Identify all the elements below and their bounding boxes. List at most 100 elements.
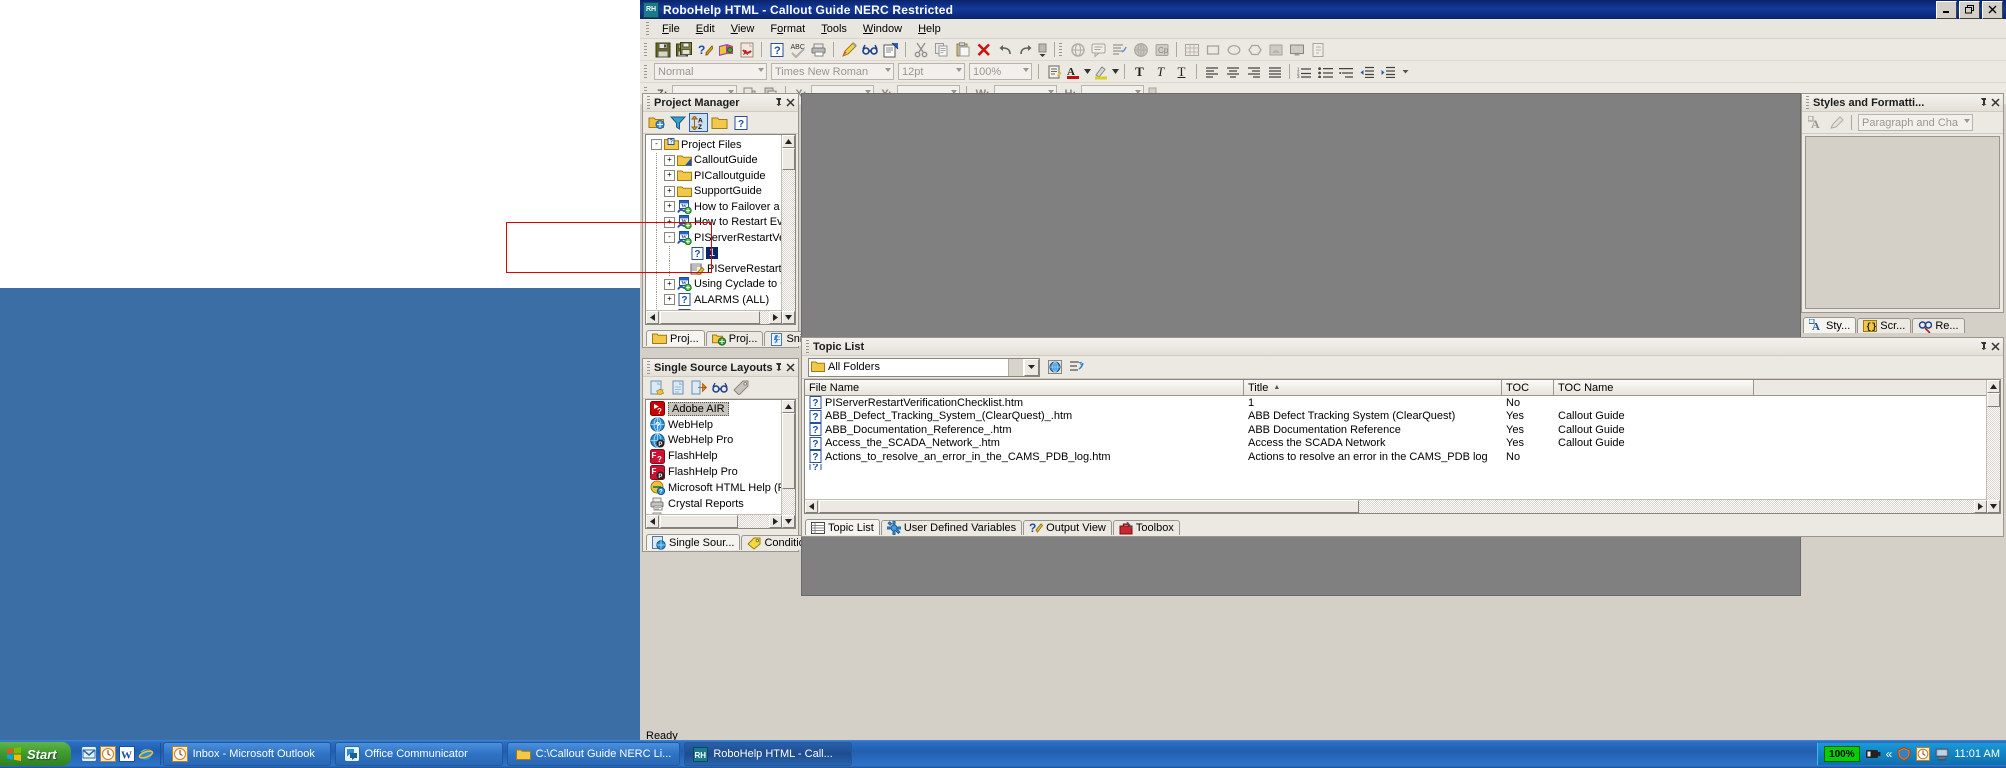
undo-icon[interactable] [995, 41, 1014, 59]
auto-hide-pin-icon[interactable] [1979, 97, 1991, 108]
view-primary-layout-icon[interactable] [716, 41, 735, 59]
highlight-icon[interactable] [1093, 63, 1109, 81]
tree-item[interactable]: -? Project Files [650, 137, 795, 153]
topic-properties-icon[interactable] [1067, 358, 1086, 376]
font-size-combo[interactable]: 12pt [898, 63, 965, 80]
taskbar-item[interactable]: RH RoboHelp HTML - Call... [684, 742, 853, 766]
paste-icon[interactable] [953, 41, 972, 59]
panel-grip[interactable] [806, 340, 809, 353]
rectangle-icon[interactable] [1203, 41, 1222, 59]
properties-icon[interactable] [881, 41, 900, 59]
numbered-list-icon[interactable]: 123 [1295, 63, 1314, 81]
delete-icon[interactable] [974, 41, 993, 59]
scroll-up-button[interactable] [782, 400, 795, 413]
layout-item[interactable]: ? Microsoft HTML Help (Primary La [648, 480, 795, 496]
filter-icon[interactable] [668, 114, 687, 132]
scroll-left-button[interactable] [646, 515, 659, 528]
clock-icon[interactable] [1916, 747, 1931, 761]
menu-format[interactable]: Format [762, 21, 813, 37]
panel-grip[interactable] [647, 96, 650, 109]
new-folder-icon[interactable] [710, 114, 729, 132]
table-row-partial[interactable]: ? [805, 463, 2000, 470]
project-tree-rows[interactable]: -? Project Files + CalloutGuide + PICalloutgu… [646, 135, 795, 324]
insert-toolbar-grip[interactable] [1059, 43, 1062, 56]
vscroll-track[interactable] [782, 489, 795, 515]
close-panel-icon[interactable] [1991, 98, 2003, 107]
underline-icon[interactable]: T [1172, 63, 1191, 81]
tree-item[interactable]: + SupportGuide [650, 183, 795, 199]
project-manager-tabs[interactable]: Proj...Proj...Snip... [643, 329, 824, 346]
topic-list-vscrollbar[interactable] [1986, 380, 2000, 513]
tab-single-sour[interactable]: Single Sour... [646, 534, 741, 550]
project-tree-hscrollbar[interactable] [646, 310, 782, 324]
tree-item[interactable]: +WUsing Cyclade to Cycle F [650, 276, 795, 292]
start-button[interactable]: Start [0, 742, 71, 766]
vscroll-thumb[interactable] [1987, 393, 2000, 407]
menu-window[interactable]: Window [855, 21, 910, 37]
layout-item[interactable]: ? Adobe AIR [648, 401, 795, 417]
expander-box[interactable]: - [651, 139, 662, 151]
close-panel-icon[interactable] [786, 98, 798, 107]
topic-list-hscrollbar[interactable] [805, 499, 1987, 513]
tree-item[interactable]: +? ALARMS (ALL) [650, 292, 795, 308]
topic-properties-icon[interactable]: ? [767, 41, 786, 59]
tree-item[interactable]: -WPIServerRestartVerificati [650, 230, 795, 246]
panel-grip[interactable] [1806, 96, 1809, 109]
column-header-file-name[interactable]: File Name [805, 380, 1244, 395]
topic-list-grid[interactable]: File Name Title ▲ TOC TOC Name ? PIServerRest… [804, 379, 2001, 514]
tree-expander[interactable]: + [663, 216, 676, 228]
expander-box[interactable]: + [664, 216, 675, 228]
column-header-toc[interactable]: TOC [1502, 380, 1554, 395]
tree-item[interactable]: + CalloutGuide [650, 152, 795, 168]
topic-list-rows[interactable]: ? PIServerRestartVerificationChecklist.ht… [805, 396, 2000, 470]
tab-proj[interactable]: Proj... [705, 331, 764, 346]
tree-item[interactable]: +WHow to Failover a Maste [650, 199, 795, 215]
copy-icon[interactable] [932, 41, 951, 59]
snippet-icon[interactable] [1308, 41, 1327, 59]
dhtml-icon[interactable] [1110, 41, 1129, 59]
shield-icon[interactable] [1897, 747, 1911, 761]
column-header-title[interactable]: Title ▲ [1244, 380, 1502, 395]
auto-hide-pin-icon[interactable] [1979, 341, 1991, 352]
restore-button[interactable] [1959, 0, 1980, 19]
expander-box[interactable]: + [664, 185, 675, 197]
scroll-down-button[interactable] [782, 515, 795, 528]
sort-az-icon[interactable]: AZ [689, 113, 708, 132]
tab-output-view[interactable]: ? Output View [1023, 520, 1112, 535]
close-panel-icon[interactable] [1991, 342, 2003, 351]
styles-list[interactable] [1805, 136, 2000, 309]
edit-icon[interactable] [839, 41, 858, 59]
image-icon[interactable] [1131, 41, 1150, 59]
close-button[interactable] [1982, 0, 2003, 19]
expander-box[interactable]: - [664, 232, 675, 244]
auto-hide-pin-icon[interactable] [774, 97, 786, 108]
formatting-grip[interactable] [644, 65, 647, 78]
align-justify-icon[interactable] [1265, 63, 1284, 81]
layouts-list[interactable]: ? Adobe AIR? WebHelp P WebHelp Pro F? FlashHel… [645, 399, 796, 529]
font-color-dropdown-icon[interactable] [1083, 63, 1091, 81]
topic-list-header[interactable]: File Name Title ▲ TOC TOC Name [805, 380, 2000, 396]
vscroll-track[interactable] [1987, 407, 2000, 500]
multilevel-list-icon[interactable] [1337, 63, 1356, 81]
link-icon[interactable] [1068, 41, 1087, 59]
menu-file[interactable]: FFileile [654, 21, 688, 37]
view-icon[interactable] [860, 41, 879, 59]
layout-item[interactable]: Crystal Reports [648, 496, 795, 512]
tree-item[interactable]: ? 1 [650, 245, 795, 261]
table-row[interactable]: ? ABB_Documentation_Reference_.htm ABB Doc… [805, 423, 2000, 437]
tab-scr[interactable]: {} Scr... [1857, 318, 1912, 333]
taskbar-item[interactable]: C:\Callout Guide NERC Li... [506, 742, 681, 766]
network-icon[interactable] [1935, 747, 1949, 761]
hscroll-track[interactable] [738, 515, 769, 528]
view-topic-icon[interactable] [1046, 358, 1065, 376]
minimize-button[interactable] [1936, 0, 1957, 19]
tab-sty[interactable]: A Sty... [1803, 317, 1857, 333]
vscroll-track[interactable] [782, 170, 795, 311]
topic-list-tabs[interactable]: Topic List User Defined Variables? Output … [802, 518, 1180, 535]
toolbar-grip[interactable] [644, 43, 647, 56]
hscroll-thumb[interactable] [660, 515, 738, 528]
close-panel-icon[interactable] [786, 363, 798, 372]
font-combo[interactable]: Times New Roman [771, 63, 894, 80]
hscroll-thumb[interactable] [660, 311, 760, 324]
menu-tools[interactable]: Tools [813, 21, 855, 37]
